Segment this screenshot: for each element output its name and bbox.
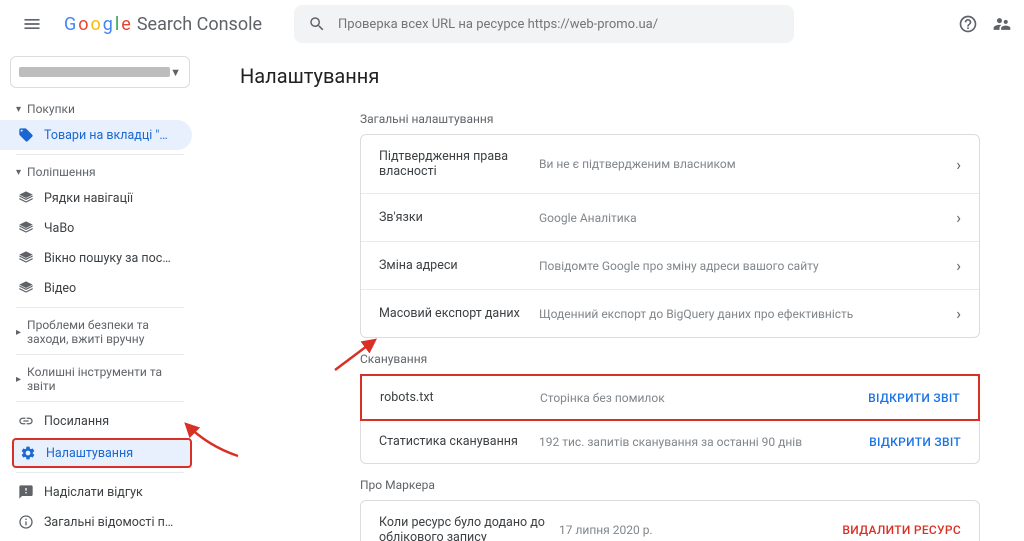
row-title: robots.txt (380, 390, 540, 405)
dropdown-arrow-icon: ▼ (170, 66, 181, 79)
feedback-icon (18, 484, 34, 500)
card-marker: Коли ресурс було додано до облікового за… (360, 500, 980, 541)
container: ▼ ▾Покупки Товари на вкладці "Пок... ▾По… (0, 48, 1024, 541)
caret-icon: ▸ (16, 327, 21, 338)
section-label-general: Загальні налаштування (360, 112, 980, 126)
sidebar-item-label: ЧаВо (44, 221, 74, 236)
logo-suffix: Search Console (137, 14, 262, 35)
row-desc: 17 липня 2020 р. (559, 523, 842, 537)
sidebar-item-feedback[interactable]: Надіслати відгук (0, 477, 192, 507)
caret-icon: ▾ (16, 104, 21, 115)
row-desc: Сторінка без помилок (540, 391, 868, 405)
layers-icon (18, 220, 34, 236)
sidebar-item-navrows[interactable]: Рядки навігації (0, 183, 192, 213)
search-box[interactable] (294, 5, 794, 43)
chevron-right-icon: › (956, 155, 961, 174)
row-desc: 192 тис. запитів сканування за останні 9… (539, 435, 869, 449)
section-label-crawling: Сканування (360, 352, 980, 366)
chevron-right-icon: › (956, 304, 961, 323)
sidebar-item-label: Налаштування (46, 446, 133, 461)
sidebar-item-label: Посилання (44, 414, 109, 429)
row-desc: Щоденний експорт до BigQuery даних про е… (539, 307, 956, 321)
layers-icon (18, 250, 34, 266)
user-manage-icon[interactable] (992, 14, 1012, 34)
search-icon (308, 15, 326, 33)
row-desc: Повідомте Google про зміну адреси вашого… (539, 259, 956, 273)
sidebar-item-settings[interactable]: Налаштування (12, 438, 192, 468)
sidebar-item-label: Товари на вкладці "Пок... (44, 128, 176, 143)
sidebar-item-video[interactable]: Відео (0, 273, 192, 303)
row-desc: Ви не є підтвердженим власником (539, 157, 956, 171)
search-wrap (294, 5, 946, 43)
gear-icon (20, 445, 36, 461)
section-label-marker: Про Маркера (360, 478, 980, 492)
property-name-redacted (19, 67, 170, 77)
sidebar-item-faq[interactable]: ЧаВо (0, 213, 192, 243)
row-ownership[interactable]: Підтвердження права власності Ви не є пі… (361, 135, 979, 194)
row-crawl-stats[interactable]: Статистика сканування 192 тис. запитів с… (361, 420, 979, 463)
sidebar-item-label: Відео (44, 281, 76, 296)
row-title: Коли ресурс було додано до облікового за… (379, 515, 559, 541)
section-purchases[interactable]: ▾Покупки (0, 96, 200, 120)
top-actions (958, 14, 1012, 34)
row-resource-added[interactable]: Коли ресурс було додано до облікового за… (361, 501, 979, 541)
section-improvements[interactable]: ▾Поліпшення (0, 159, 200, 183)
caret-icon: ▸ (16, 374, 21, 385)
row-robots[interactable]: robots.txt Сторінка без помилок ВІДКРИТИ… (360, 374, 980, 421)
logo: Google Search Console (64, 14, 262, 35)
row-title: Статистика сканування (379, 434, 539, 449)
layers-icon (18, 280, 34, 296)
chevron-right-icon: › (956, 256, 961, 275)
hamburger-icon (22, 14, 42, 34)
row-desc: Google Аналітика (539, 211, 956, 225)
sidebar-item-label: Надіслати відгук (44, 485, 143, 500)
help-icon[interactable] (958, 14, 978, 34)
layers-icon (18, 190, 34, 206)
card-general: Підтвердження права власності Ви не є пі… (360, 134, 980, 338)
row-title: Зміна адреси (379, 258, 539, 273)
sidebar-item-about[interactable]: Загальні відомості про ... (0, 507, 192, 537)
page-title: Налаштування (240, 64, 984, 88)
sidebar-item-searchwindow[interactable]: Вікно пошуку за посил... (0, 243, 192, 273)
info-icon (18, 514, 34, 530)
sidebar-item-label: Рядки навігації (44, 191, 133, 206)
property-selector[interactable]: ▼ (10, 56, 190, 88)
sidebar-item-label: Загальні відомості про ... (44, 515, 176, 530)
row-address[interactable]: Зміна адреси Повідомте Google про зміну … (361, 242, 979, 290)
caret-icon: ▾ (16, 167, 21, 178)
divider (16, 154, 184, 155)
main: Налаштування Загальні налаштування Підтв… (200, 48, 1024, 541)
search-input[interactable] (338, 17, 780, 32)
divider (16, 307, 184, 308)
open-report-button[interactable]: ВІДКРИТИ ЗВІТ (869, 435, 961, 449)
content-column: Загальні налаштування Підтвердження прав… (360, 112, 980, 541)
sidebar-item-links[interactable]: Посилання (0, 406, 192, 436)
section-security[interactable]: ▸Проблеми безпеки та заходи, вжиті вручн… (0, 312, 200, 350)
open-report-button[interactable]: ВІДКРИТИ ЗВІТ (868, 391, 960, 405)
menu-button[interactable] (12, 4, 52, 44)
divider (16, 401, 184, 402)
link-icon (18, 413, 34, 429)
footer-links: Конфіденційність Умови використання (0, 537, 200, 541)
sidebar-item-label: Вікно пошуку за посил... (44, 251, 176, 266)
row-export[interactable]: Масовий експорт даних Щоденний експорт д… (361, 290, 979, 337)
row-associations[interactable]: Зв'язки Google Аналітика › (361, 194, 979, 242)
delete-resource-button[interactable]: ВИДАЛИТИ РЕСУРС (842, 523, 961, 537)
tag-icon (18, 127, 34, 143)
chevron-right-icon: › (956, 208, 961, 227)
row-title: Масовий експорт даних (379, 306, 539, 321)
divider (16, 354, 184, 355)
card-crawling: robots.txt Сторінка без помилок ВІДКРИТИ… (360, 374, 980, 464)
section-oldtools[interactable]: ▸Колишні інструменти та звіти (0, 359, 200, 397)
topbar: Google Search Console (0, 0, 1024, 48)
sidebar-item-products[interactable]: Товари на вкладці "Пок... (0, 120, 192, 150)
row-title: Підтвердження права власності (379, 149, 539, 179)
sidebar: ▼ ▾Покупки Товари на вкладці "Пок... ▾По… (0, 48, 200, 541)
row-title: Зв'язки (379, 210, 539, 225)
divider (16, 472, 184, 473)
